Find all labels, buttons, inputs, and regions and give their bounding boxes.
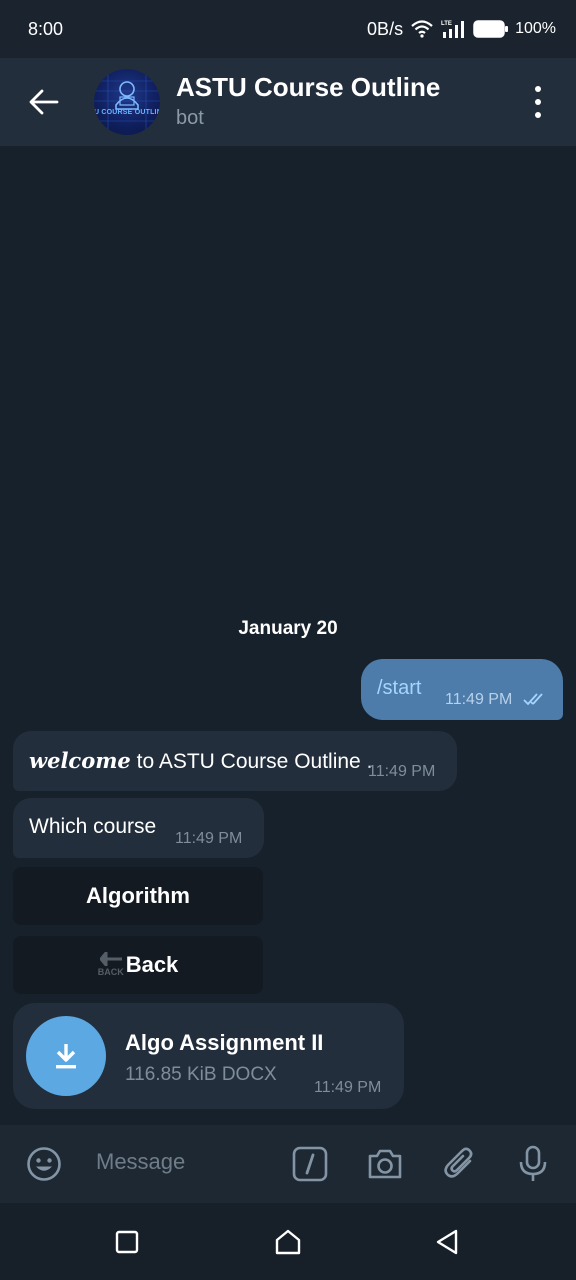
more-vertical-icon-dot — [535, 86, 541, 92]
document-message[interactable]: Algo Assignment II 116.85 KiB DOCX 11:49… — [13, 1003, 404, 1109]
arrow-left-icon — [29, 89, 59, 115]
more-vertical-icon-dot — [535, 112, 541, 118]
date-separator: January 20 — [238, 618, 338, 639]
document-info: 116.85 KiB DOCX — [125, 1064, 277, 1085]
bot-avatar-image — [94, 69, 160, 135]
system-back-button[interactable] — [430, 1225, 464, 1259]
smile-icon — [27, 1147, 61, 1181]
inline-button-label: Algorithm — [86, 883, 190, 908]
avatar-caption: U COURSE OUTLINE E — [94, 109, 160, 116]
inline-button-content: BACK Back — [98, 950, 179, 980]
paperclip-icon — [444, 1147, 473, 1178]
message-text[interactable]: /start — [377, 677, 421, 700]
message-time: 11:49 PM — [368, 763, 436, 780]
message-time: 11:49 PM — [314, 1079, 382, 1096]
message-time: 11:49 PM — [445, 691, 513, 708]
attach-button[interactable] — [440, 1144, 480, 1184]
telegram-chat-screen: 8:00 0B/s LTE 100% U COURSE OUTLIN ASTU … — [0, 0, 576, 1280]
download-button[interactable] — [26, 1016, 106, 1096]
inline-button-back[interactable]: BACK Back — [13, 936, 263, 994]
microphone-icon — [519, 1145, 547, 1181]
triangle-back-icon — [436, 1229, 458, 1255]
message-text-rest: to ASTU Course Outline . — [130, 750, 373, 773]
back-button[interactable] — [24, 82, 64, 122]
message-input-bar: Message — [0, 1125, 576, 1203]
download-icon — [56, 1044, 76, 1069]
system-navigation-bar — [0, 1203, 576, 1280]
message-styled-word: welcome — [29, 748, 131, 773]
signal-icon: LTE — [441, 19, 465, 39]
header-info[interactable]: ASTU Course Outline bot — [176, 71, 440, 133]
message-time: 11:49 PM — [175, 830, 243, 847]
back-arrow-icon: BACK — [98, 950, 126, 980]
battery-icon — [473, 20, 509, 38]
status-bar: 8:00 0B/s LTE 100% — [0, 0, 576, 58]
home-button[interactable] — [271, 1225, 305, 1259]
double-check-icon — [523, 691, 549, 712]
message-text[interactable]: Which course — [29, 815, 156, 839]
camera-button[interactable] — [365, 1144, 405, 1184]
incoming-message[interactable]: Which course 11:49 PM — [13, 798, 264, 858]
network-speed: 0B/s — [367, 18, 404, 39]
bot-avatar[interactable]: U COURSE OUTLINE E — [94, 69, 160, 135]
voice-button[interactable] — [513, 1144, 553, 1184]
wifi-icon — [411, 20, 433, 38]
outgoing-message[interactable]: /start 11:49 PM — [361, 659, 563, 720]
svg-text:LTE: LTE — [441, 21, 452, 27]
incoming-message[interactable]: welcome to ASTU Course Outline . 11:49 P… — [13, 731, 457, 791]
message-text[interactable]: welcome to ASTU Course Outline . — [29, 748, 372, 774]
status-time: 8:00 — [28, 18, 64, 39]
chat-subtitle: bot — [176, 107, 204, 129]
battery-percent: 100% — [515, 20, 556, 37]
slash-command-icon — [292, 1146, 328, 1182]
emoji-button[interactable] — [24, 1144, 64, 1184]
inline-button-algorithm[interactable]: Algorithm — [13, 867, 263, 925]
battery-indicator: 100% — [473, 20, 556, 38]
chat-header: U COURSE OUTLINE E ASTU Course Outline b… — [0, 58, 576, 146]
status-indicators: 0B/s LTE 100% — [367, 19, 556, 40]
camera-icon — [368, 1149, 402, 1179]
chat-title: ASTU Course Outline — [176, 72, 441, 102]
more-options-button[interactable] — [528, 86, 548, 118]
inline-button-label: Back — [125, 952, 179, 977]
home-icon — [275, 1229, 301, 1255]
more-vertical-icon-dot — [535, 99, 541, 105]
square-icon — [115, 1230, 139, 1254]
bot-commands-button[interactable] — [290, 1144, 330, 1184]
back-emoji-text: BACK — [97, 967, 124, 977]
document-name: Algo Assignment II — [125, 1030, 324, 1055]
recent-apps-button[interactable] — [110, 1225, 144, 1259]
message-input[interactable]: Message — [96, 1149, 185, 1175]
